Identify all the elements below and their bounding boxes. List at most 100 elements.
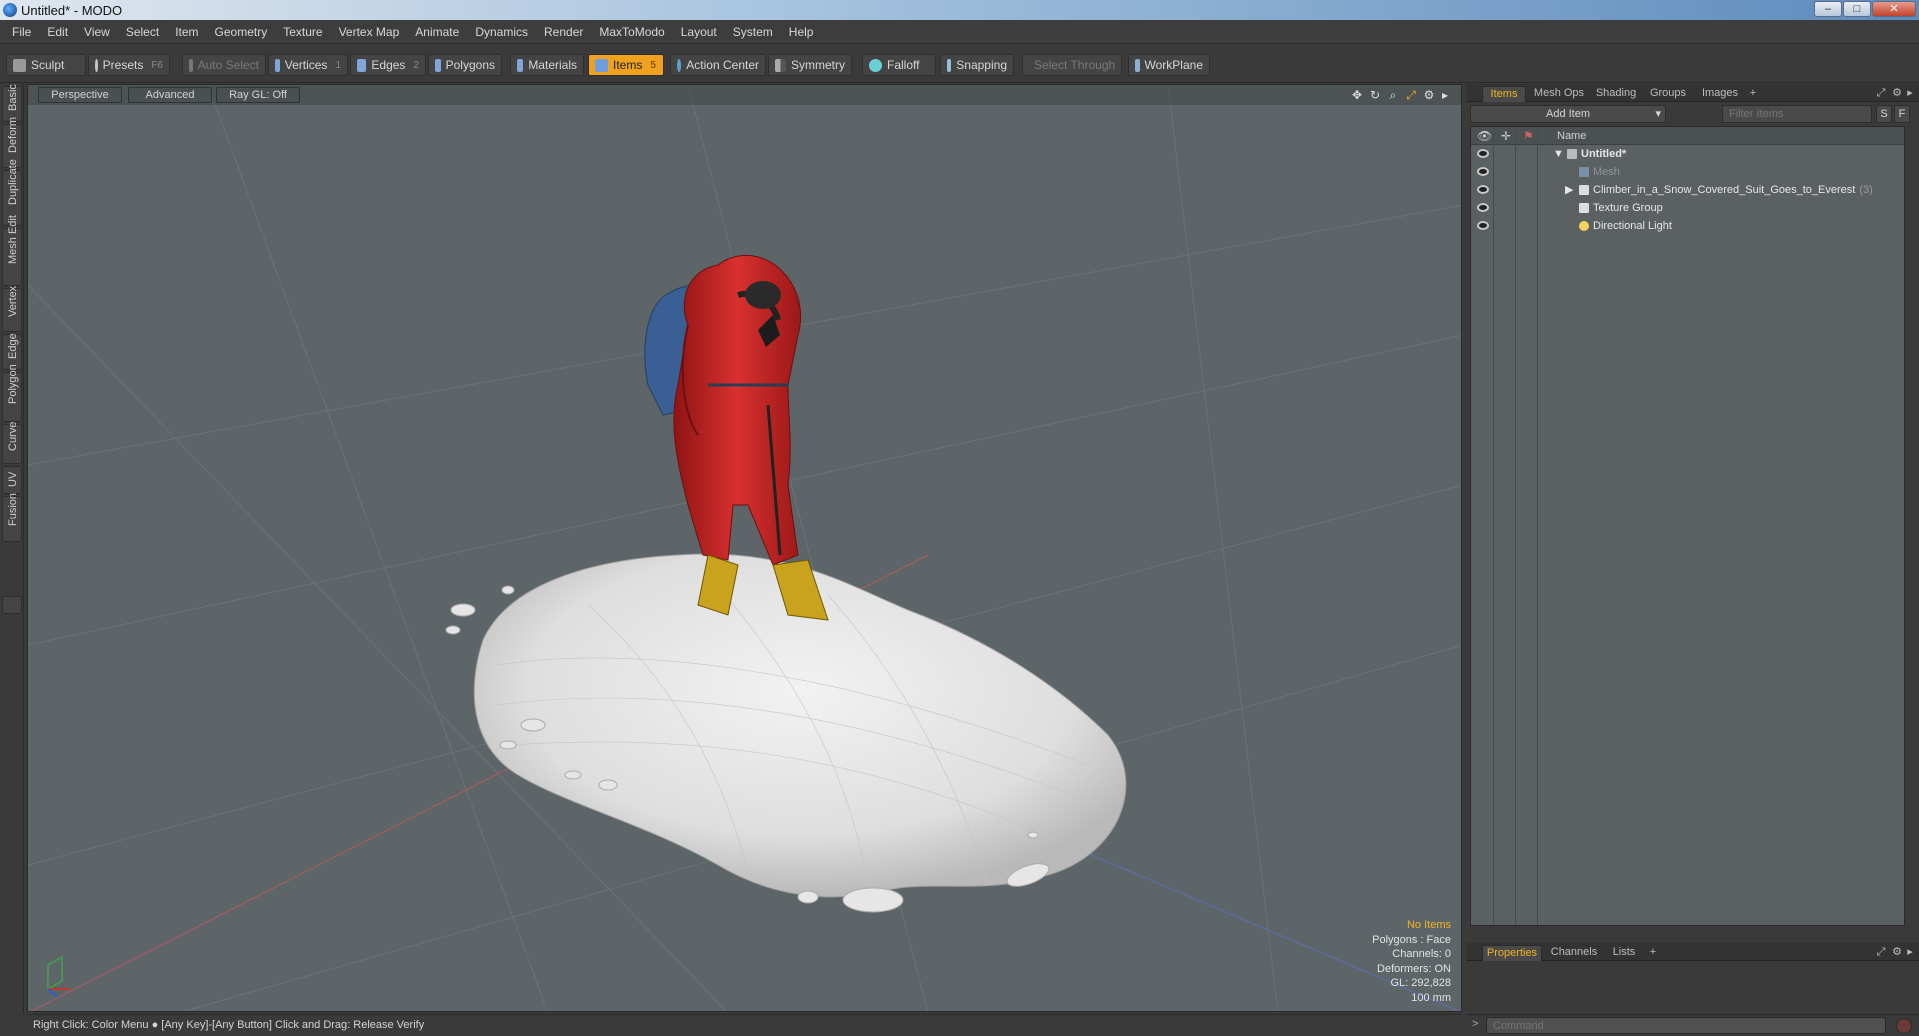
items-button[interactable]: Items 5 (588, 54, 664, 76)
close-button[interactable]: ✕ (1872, 1, 1916, 17)
eye-icon[interactable] (1477, 149, 1489, 158)
props-pop-out-icon[interactable]: ⤢ (1874, 945, 1888, 961)
filter-f-button[interactable]: F (1894, 105, 1910, 123)
menu-layout[interactable]: Layout (673, 25, 725, 39)
auto-select-icon (189, 58, 193, 72)
workplane-icon (1135, 58, 1140, 72)
symmetry-icon (775, 58, 786, 72)
tree-row-mesh[interactable]: Mesh (1471, 163, 1904, 181)
menu-view[interactable]: View (76, 25, 118, 39)
workplane-button[interactable]: WorkPlane (1128, 54, 1210, 76)
pop-out-icon[interactable]: ⤢ (1874, 86, 1888, 102)
auto-select-button[interactable]: Auto Select (182, 54, 266, 76)
menu-maxtomodo[interactable]: MaxToModo (591, 25, 672, 39)
snapping-button[interactable]: Snapping (940, 54, 1014, 76)
action-center-button[interactable]: Action Center (670, 54, 766, 76)
lock-column-icon[interactable]: ✛ (1501, 129, 1511, 143)
eye-icon[interactable] (1477, 203, 1489, 212)
menu-help[interactable]: Help (781, 25, 822, 39)
zoom-icon[interactable]: ⌕ (1386, 88, 1400, 102)
tab-collapse[interactable] (2, 596, 22, 614)
tab-mesh-ops[interactable]: Mesh Ops (1530, 86, 1588, 102)
command-bar: > (1466, 1014, 1919, 1036)
3d-viewport[interactable]: Perspective Advanced Ray GL: Off ✥ ↻ ⌕ ⤢… (27, 84, 1462, 1012)
tree-row-directional-light[interactable]: Directional Light (1471, 217, 1904, 235)
minimize-button[interactable]: – (1814, 1, 1842, 17)
group-icon (1579, 185, 1589, 195)
menu-file[interactable]: File (4, 25, 39, 39)
advanced-button[interactable]: Advanced (128, 87, 212, 103)
perspective-button[interactable]: Perspective (38, 87, 122, 103)
tab-polygon[interactable]: Polygon (2, 364, 22, 422)
menu-dynamics[interactable]: Dynamics (467, 25, 536, 39)
chevron-right-icon[interactable]: ▸ (1438, 88, 1452, 102)
presets-button[interactable]: Presets F6 (88, 54, 170, 76)
tab-shading[interactable]: Shading (1592, 86, 1640, 102)
menu-select[interactable]: Select (118, 25, 167, 39)
name-column-header[interactable]: Name (1557, 130, 1586, 142)
tree-row-texture-group[interactable]: Texture Group (1471, 199, 1904, 217)
menu-edit[interactable]: Edit (39, 25, 76, 39)
maximize-button[interactable]: □ (1843, 1, 1871, 17)
vertices-button[interactable]: Vertices 1 (268, 54, 348, 76)
menu-animate[interactable]: Animate (407, 25, 467, 39)
add-item-dropdown[interactable]: Add Item ▾ (1470, 105, 1666, 123)
edges-button[interactable]: Edges 2 (350, 54, 426, 76)
menu-geometry[interactable]: Geometry (207, 25, 276, 39)
sculpt-button[interactable]: Sculpt (6, 54, 86, 76)
gear-icon[interactable]: ⚙ (1422, 88, 1436, 102)
eye-icon[interactable] (1477, 185, 1489, 194)
panel-menu-icon[interactable]: ▸ (1904, 86, 1916, 102)
menu-system[interactable]: System (725, 25, 781, 39)
materials-button[interactable]: Materials (510, 54, 584, 76)
tab-mesh-edit[interactable]: Mesh Edit (2, 215, 22, 286)
tab-vertex[interactable]: Vertex (2, 286, 22, 332)
window-title: Untitled* - MODO (21, 3, 123, 18)
menu-item[interactable]: Item (167, 25, 206, 39)
maximize-viewport-icon[interactable]: ⤢ (1404, 88, 1418, 102)
expand-arrow-icon[interactable]: ▼ (1553, 145, 1564, 163)
symmetry-button[interactable]: Symmetry (768, 54, 852, 76)
tree-label-directional-light: Directional Light (1593, 220, 1672, 232)
tab-images[interactable]: Images (1696, 86, 1744, 102)
channels-info: Channels: 0 (1392, 948, 1451, 960)
action-center-label: Action Center (686, 58, 759, 72)
tab-channels[interactable]: Channels (1546, 945, 1602, 961)
vertices-shortcut: 1 (335, 59, 341, 71)
panel-gear-icon[interactable]: ⚙ (1890, 86, 1904, 102)
record-icon[interactable] (1896, 1018, 1912, 1034)
tab-properties[interactable]: Properties (1482, 945, 1542, 961)
menu-render[interactable]: Render (536, 25, 591, 39)
eye-icon[interactable] (1477, 167, 1489, 176)
polygons-label: Polygons (445, 58, 495, 72)
menu-texture[interactable]: Texture (275, 25, 330, 39)
menu-vertex-map[interactable]: Vertex Map (331, 25, 408, 39)
materials-label: Materials (528, 58, 577, 72)
select-through-button[interactable]: Select Through (1022, 54, 1122, 76)
polygons-button[interactable]: Polygons (428, 54, 502, 76)
props-menu-icon[interactable]: ▸ (1904, 945, 1916, 961)
tab-groups[interactable]: Groups (1644, 86, 1692, 102)
add-tab-button[interactable]: + (1746, 86, 1760, 102)
tree-row-scene[interactable]: ▼ Untitled* (1471, 145, 1904, 163)
tree-row-climber[interactable]: ▶ Climber_in_a_Snow_Covered_Suit_Goes_to… (1471, 181, 1904, 199)
filter-items-input[interactable] (1722, 105, 1872, 123)
pan-icon[interactable]: ✥ (1350, 88, 1364, 102)
presets-icon (95, 58, 98, 72)
tab-lists[interactable]: Lists (1606, 945, 1642, 961)
falloff-button[interactable]: Falloff (862, 54, 936, 76)
tab-curve[interactable]: Curve (2, 422, 22, 464)
render-column-icon[interactable]: ⚑ (1523, 129, 1534, 143)
filter-s-button[interactable]: S (1876, 105, 1892, 123)
eye-icon[interactable] (1477, 221, 1489, 230)
add-props-tab-button[interactable]: + (1646, 945, 1660, 961)
command-input[interactable] (1486, 1017, 1886, 1034)
expand-arrow-icon[interactable]: ▶ (1565, 181, 1573, 199)
raygl-button[interactable]: Ray GL: Off (216, 87, 300, 103)
tab-uv[interactable]: UV (2, 466, 22, 494)
visibility-column-icon[interactable]: 👁 (1477, 129, 1492, 143)
tab-fusion[interactable]: Fusion (2, 493, 22, 542)
props-gear-icon[interactable]: ⚙ (1890, 945, 1904, 961)
rotate-icon[interactable]: ↻ (1368, 88, 1382, 102)
tab-items[interactable]: Items (1482, 86, 1526, 102)
